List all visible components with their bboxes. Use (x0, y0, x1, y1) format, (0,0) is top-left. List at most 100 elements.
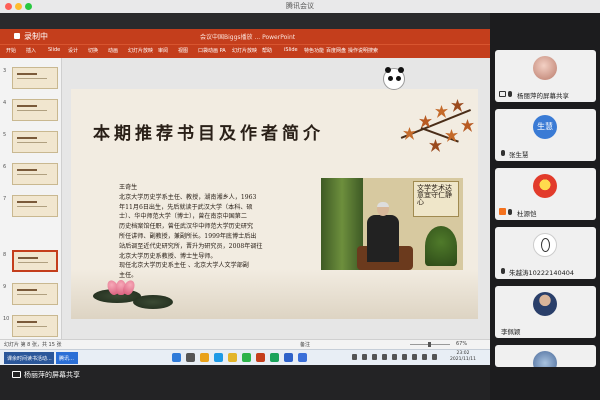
taskbar-app-button[interactable]: 腾讯… (56, 352, 78, 364)
ribbon-tab[interactable]: 插入 (26, 47, 36, 54)
slide-title: 本期推荐书目及作者简介 (93, 124, 324, 144)
screen-share-icon (12, 371, 21, 378)
tray-icon[interactable] (382, 354, 387, 360)
author-bio-line: 北京大学历史学系主任、教授，湖南湘乡人，1963 (119, 193, 257, 201)
ribbon-search[interactable]: 操作说明搜索 (348, 47, 378, 54)
ribbon-tab[interactable]: 切换 (88, 47, 98, 54)
ribbon-tab[interactable]: 百度网盘 (326, 47, 346, 54)
ribbon-tab[interactable]: iSlide (284, 47, 298, 53)
meeting-window: 腾讯会议 录制中 会议中国Biggs播放 ... PowerPoint 开始 插… (0, 0, 600, 400)
author-photo: 文学艺术达意宜守仁静心 (321, 178, 463, 270)
slide-number: 9 (3, 284, 7, 290)
meeting-app-icon[interactable] (298, 353, 307, 362)
slide-thumbnail[interactable] (12, 315, 58, 337)
participant-tile[interactable]: 杨丽萍的屏幕共享 (495, 50, 596, 102)
chrome-icon[interactable] (228, 353, 237, 362)
calligraphy-scroll: 文学艺术达意宜守仁静心 (413, 181, 459, 217)
ribbon-tab[interactable]: 审阅 (158, 47, 168, 54)
author-bio-line: 所任讲师、副教授，兼副所长。1999年底博士后出 (119, 232, 257, 240)
ribbon-tab[interactable]: 帮助 (262, 47, 272, 54)
windows-taskbar: 课余时间读书活动... 腾讯… 23:02 2021/11/11 (0, 349, 490, 365)
participant-name-bar: 杨丽萍的屏幕共享 (499, 90, 569, 100)
calligraphy-text: 文学艺术达意宜守仁静心 (417, 184, 452, 206)
powerpoint-titlebar: 录制中 会议中国Biggs播放 ... PowerPoint (0, 29, 490, 44)
participant-name: 杨丽萍的屏幕共享 (517, 92, 569, 100)
tray-icon[interactable] (362, 354, 367, 360)
maple-branch-decoration (400, 97, 476, 167)
slide-thumbnail[interactable] (12, 99, 58, 121)
start-menu-icon[interactable] (172, 353, 181, 362)
slide-thumbnail[interactable] (12, 163, 58, 185)
participant-avatar (533, 233, 557, 257)
participant-gallery: 杨丽萍的屏幕共享 生慧 张生慧 杜源恺 朱越涛10222140404 李佩颖 (490, 13, 600, 400)
panda-mascot-icon (383, 67, 405, 90)
participant-avatar: 生慧 (533, 115, 557, 139)
ribbon-tab[interactable]: 幻灯片放映 (128, 47, 153, 54)
slide-number: 10 (3, 316, 10, 322)
slide-position: 幻灯片 第 8 张，共 15 张 (4, 342, 62, 348)
participant-name-bar: 朱越涛10222140404 (499, 267, 574, 277)
volume-icon[interactable] (412, 354, 417, 360)
taskbar-clock[interactable]: 23:02 2021/11/11 (450, 351, 476, 363)
lotus-leaf (133, 295, 173, 309)
screen-share-icon (499, 91, 506, 97)
zoom-level[interactable]: 67% (456, 341, 467, 347)
tray-icon[interactable] (352, 354, 357, 360)
browser-icon[interactable] (214, 353, 223, 362)
ribbon-tab[interactable]: 设计 (68, 47, 78, 54)
zoom-slider-thumb[interactable] (428, 342, 431, 347)
current-slide[interactable]: 本期推荐书目及作者简介 王奇生 北京大学历史学系主任、教授，湖南湘乡人，1963… (71, 89, 478, 319)
title-bar: 腾讯会议 (0, 0, 600, 13)
user-icon (499, 208, 506, 215)
clock-date: 2021/11/11 (450, 357, 476, 362)
participant-avatar (533, 56, 557, 80)
slide-thumbnail-selected[interactable] (12, 250, 58, 272)
ribbon-tab[interactable]: 视图 (178, 47, 188, 54)
participant-avatar (533, 351, 557, 367)
ribbon-tab[interactable]: 特色功能 (304, 47, 324, 54)
search-icon[interactable] (186, 353, 195, 362)
participant-tile[interactable]: 朱越涛10222140404 (495, 227, 596, 279)
participant-tile[interactable]: 杜源恺 (495, 168, 596, 220)
tray-icon[interactable] (392, 354, 397, 360)
slide-thumbnail[interactable] (12, 195, 58, 217)
participant-name: 李佩颖 (501, 328, 521, 336)
author-bio: 王奇生 北京大学历史学系主任、教授，湖南湘乡人，1963 年11月6日出生，先后… (119, 183, 299, 281)
slide-thumbnail[interactable] (12, 131, 58, 153)
participant-name-bar: 杜源恺 (499, 208, 537, 218)
notes-button[interactable]: 备注 (300, 341, 310, 348)
wechat-icon[interactable] (242, 353, 251, 362)
slide-number: 4 (3, 100, 7, 106)
participant-tile[interactable]: 李佩颖 (495, 286, 596, 338)
participant-name: 杜源恺 (517, 210, 537, 218)
screen-share-owner: 杨丽萍的屏幕共享 (24, 371, 80, 379)
word-icon[interactable] (284, 353, 293, 362)
slide-number: 8 (3, 252, 7, 258)
author-bio-line: 现任北京大学历史系主任 、北京大学人文学部副 (119, 262, 249, 270)
ribbon-tab[interactable]: 动画 (108, 47, 118, 54)
author-bio-line: 主任。 (119, 272, 138, 280)
ribbon-tab[interactable]: 口袋动画 PA (198, 47, 226, 54)
participant-name: 朱越涛10222140404 (509, 269, 574, 277)
ribbon-tab[interactable]: Slide (48, 47, 60, 53)
slide-number: 7 (3, 196, 7, 202)
slide-thumbnail[interactable] (12, 283, 58, 305)
participant-tile[interactable] (495, 345, 596, 367)
mic-icon (501, 150, 505, 156)
ribbon-tab[interactable]: 幻灯片放映 (232, 47, 257, 54)
tray-icon[interactable] (372, 354, 377, 360)
file-explorer-icon[interactable] (200, 353, 209, 362)
slide-thumbnails: 3 4 5 6 7 8 9 10 (0, 58, 62, 339)
ribbon-tab[interactable]: 开始 (6, 47, 16, 54)
app-icon[interactable] (270, 353, 279, 362)
taskbar-app-button[interactable]: 课余时间读书活动... (4, 352, 54, 364)
battery-icon[interactable] (422, 354, 427, 360)
powerpoint-icon[interactable] (256, 353, 265, 362)
participant-tile[interactable]: 生慧 张生慧 (495, 109, 596, 161)
powerpoint-document-title: 会议中国Biggs播放 ... PowerPoint (200, 34, 296, 41)
slide-number: 5 (3, 132, 7, 138)
mic-icon (508, 209, 512, 215)
wifi-icon[interactable] (402, 354, 407, 360)
slide-thumbnail[interactable] (12, 67, 58, 89)
input-method-icon[interactable] (432, 354, 437, 360)
